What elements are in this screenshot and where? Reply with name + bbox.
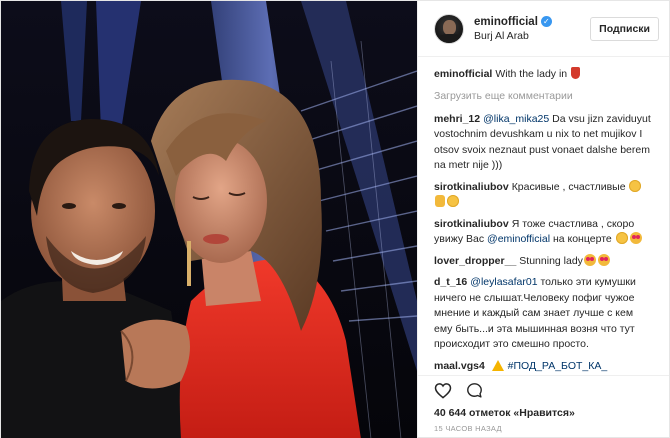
comment-username[interactable]: maal.vgs4 [434,360,485,372]
avatar-torso [438,33,462,43]
smiling-face-emoji-icon [615,232,628,244]
avatar[interactable] [434,13,464,44]
post-sidebar: eminofficial ✓ Burj Al Arab Подписки emi… [417,1,669,438]
comments-section: eminofficial With the lady in Загрузить е… [418,57,669,375]
comment-item: maal.vgs4 #ПОД_РА_БОТ_КА_ [434,359,653,375]
likes-label: отметок «Нравится» [469,407,575,419]
verified-badge-icon: ✓ [540,16,552,27]
action-bar [418,375,669,405]
likes-number: 40 644 [434,407,467,419]
comment-item: lover_dropper__ Stunning lady [434,253,653,270]
dancer-emoji-icon [571,67,581,79]
heart-icon[interactable] [434,382,452,399]
comment-username[interactable]: d_t_16 [434,276,467,288]
comment-username[interactable]: sirotkinaliubov [434,181,509,193]
comment-item: d_t_16 @leylasafar01 только эти кумушки н… [434,275,653,353]
comment-text: Красивые , счастливые [511,180,626,193]
comment-mention[interactable]: @lika_mika25 [483,113,549,125]
smiling-face-emoji-icon [629,179,642,192]
caption: eminofficial With the lady in [434,67,653,83]
thumbs-up-emoji-icon [435,195,445,207]
smiling-face-emoji-icon [447,195,459,207]
warning-emoji-icon [491,359,504,371]
post-header: eminofficial ✓ Burj Al Arab Подписки [418,1,669,57]
heart-eyes-emoji-icon [597,253,610,266]
comment-text: Stunning lady [519,254,583,267]
comment-username[interactable]: mehri_12 [434,113,480,125]
header-info: eminofficial ✓ Burj Al Arab [474,16,590,42]
following-button[interactable]: Подписки [590,16,659,41]
heart-eyes-emoji-icon [629,232,642,244]
comment-item: sirotkinaliubov Красивые , счастливые [434,179,653,211]
caption-text: With the lady in [495,68,568,80]
comment-bubble-icon[interactable] [466,382,483,399]
comment-mention[interactable]: @leylasafar01 [470,276,537,288]
likes-count[interactable]: 40 644 отметок «Нравится» [418,405,669,421]
post-timestamp[interactable]: 15 ЧАСОВ НАЗАД [418,421,669,438]
comment-username[interactable]: lover_dropper__ [434,255,516,267]
comment-item: mehri_12 @lika_mika25 Da vsu jizn zaviduy… [434,112,653,174]
comment-username[interactable]: sirotkinaliubov [434,218,509,230]
comment-item: sirotkinaliubov Я тоже счастлива , скоро … [434,217,653,248]
post-photo[interactable] [1,1,417,438]
instagram-post: eminofficial ✓ Burj Al Arab Подписки emi… [0,0,670,438]
comment-mention[interactable]: @eminofficial [487,233,550,245]
location-link[interactable]: Burj Al Arab [474,30,590,42]
caption-username[interactable]: eminofficial [434,68,492,80]
header-username-row: eminofficial ✓ [474,16,590,28]
load-more-comments-button[interactable]: Загрузить еще комментарии [434,89,653,104]
comment-text-after: на концерте [552,233,612,245]
photo-illustration [1,1,417,438]
heart-eyes-emoji-icon [583,253,596,266]
avatar-face [443,19,456,35]
comment-hashtag[interactable]: #ПОД_РА_БОТ_КА_ [508,360,608,372]
header-username[interactable]: eminofficial [474,16,538,28]
